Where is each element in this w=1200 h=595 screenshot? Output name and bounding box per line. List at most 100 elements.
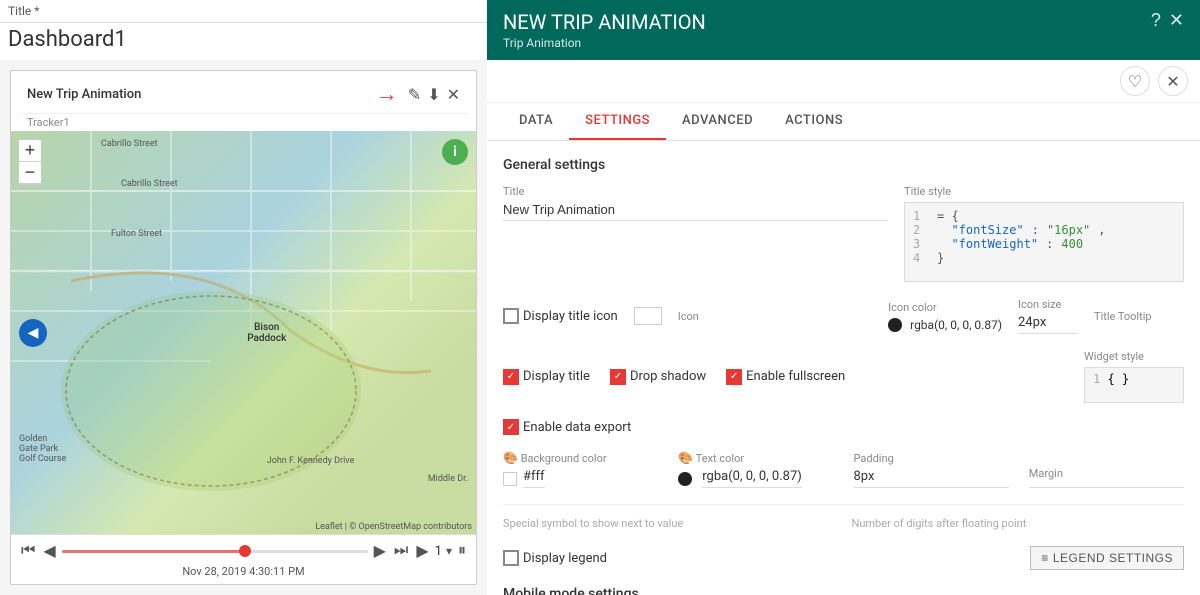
code-line-2: 2 "fontSize": "16px", (913, 223, 1175, 237)
info-icon[interactable]: i (442, 139, 468, 165)
padding-group: Padding 8px (854, 452, 1009, 488)
display-title-checkbox[interactable]: ✓ (503, 369, 519, 385)
favorite-button[interactable]: ♡ (1120, 66, 1150, 96)
section-general-title: General settings (503, 157, 1184, 173)
enable-fullscreen-checkbox[interactable]: ✓ (726, 369, 742, 385)
tab-actions[interactable]: ACTIONS (769, 103, 859, 140)
right-header-title: NEW TRIP ANIMATION (503, 10, 706, 34)
map-svg (11, 131, 476, 534)
text-color-dot (678, 472, 692, 486)
legend-settings-button[interactable]: ≡ LEGEND SETTINGS (1030, 546, 1184, 570)
close-icon[interactable]: ✕ (447, 85, 460, 104)
icon-color-swatch[interactable] (634, 307, 662, 325)
widget-style-label: Widget style (1084, 350, 1184, 363)
road-label-cabrillo2: Cabrillo Street (121, 179, 178, 189)
speed-value: 1 (435, 544, 442, 559)
section-mobile-title: Mobile mode settings (503, 586, 1184, 595)
display-legend-checkbox-group: Display legend (503, 550, 607, 566)
edit-icon[interactable]: ✎ (408, 85, 421, 104)
skip-to-end-button[interactable]: ⏭ (392, 540, 410, 562)
right-header: NEW TRIP ANIMATION Trip Animation ? ✕ (487, 0, 1200, 60)
player-bar: ⏮ ◀ ▶ ⏭ ▶ 1 ▾ ⏸ Nov 28, 2019 4:30:11 PM (11, 534, 476, 584)
enable-data-export-checkbox[interactable]: ✓ (503, 419, 519, 435)
icon-size-group: Icon size 24px (1018, 298, 1078, 334)
dashboard-title: Dashboard1 (0, 23, 487, 60)
display-options-row: ✓ Display title ✓ Drop shadow ✓ Enable f… (503, 350, 1184, 403)
right-header-text: NEW TRIP ANIMATION Trip Animation (503, 10, 706, 50)
road-label-cabrillo: Cabrillo Street (101, 139, 158, 149)
title-field-group: Title (503, 185, 888, 221)
icon-color-dot (888, 318, 902, 332)
close-panel-button[interactable]: ✕ (1169, 10, 1184, 31)
navigation-icon: ◀ (19, 319, 47, 347)
play-button[interactable]: ▶ (414, 539, 430, 563)
enable-fullscreen-label: Enable fullscreen (746, 369, 845, 384)
display-title-icon-checkbox[interactable] (503, 308, 519, 324)
icon-label: Icon (678, 310, 699, 323)
padding-label: Padding (854, 452, 1009, 465)
margin-value (1029, 484, 1184, 488)
right-panel: NEW TRIP ANIMATION Trip Animation ? ✕ ♡ … (487, 0, 1200, 595)
text-color-label: 🎨 Text color (678, 451, 833, 465)
drop-shadow-checkbox[interactable]: ✓ (610, 369, 626, 385)
widget-style-editor[interactable]: 1 { } (1084, 367, 1184, 403)
display-title-icon-label: Display title icon (523, 309, 618, 324)
enable-data-export-label: Enable data export (523, 420, 631, 435)
step-forward-button[interactable]: ▶ (372, 539, 388, 563)
player-controls: ⏮ ◀ ▶ ⏭ ▶ 1 ▾ ⏸ (19, 539, 468, 563)
color-padding-row: 🎨 Background color #fff 🎨 Text color rgb… (503, 451, 1184, 488)
close-widget-button[interactable]: ✕ (1158, 66, 1188, 96)
special-symbol-label: Special symbol to show next to value (503, 513, 836, 534)
digits-float-label: Number of digits after floating point (852, 513, 1185, 534)
icon-color-row: rgba(0, 0, 0, 0.87) (888, 318, 1002, 332)
help-button[interactable]: ? (1151, 10, 1161, 31)
tab-data[interactable]: DATA (503, 103, 569, 140)
player-thumb (239, 545, 251, 557)
code-line-3: 3 "fontWeight": 400 (913, 237, 1175, 251)
display-legend-label: Display legend (523, 551, 607, 566)
settings-content: General settings Title Title style 1= { … (487, 141, 1200, 595)
tab-settings[interactable]: SETTINGS (569, 103, 666, 140)
right-header-actions: ? ✕ (1151, 10, 1184, 31)
title-style-group: Title style 1= { 2 "fontSize": "16px", 3… (904, 185, 1184, 282)
road-label-fulton: Fulton Street (111, 229, 162, 239)
background-color-row: #fff (503, 469, 658, 488)
player-track (62, 550, 368, 553)
zoom-out-button[interactable]: − (19, 162, 41, 184)
margin-group: Margin (1029, 467, 1184, 488)
bison-label: Bison Paddock (247, 322, 286, 344)
special-symbol-row: Special symbol to show next to value Num… (503, 513, 1184, 534)
title-style-editor[interactable]: 1= { 2 "fontSize": "16px", 3 "fontWeight… (904, 202, 1184, 282)
widget-header-actions: → ✎ ⬇ ✕ (376, 81, 460, 107)
tab-advanced[interactable]: ADVANCED (666, 103, 769, 140)
widget-container: New Trip Animation → ✎ ⬇ ✕ Tracker1 (10, 70, 477, 585)
display-legend-checkbox[interactable] (503, 550, 519, 566)
background-color-group: 🎨 Background color #fff (503, 451, 658, 488)
enable-data-export-row: ✓ Enable data export (503, 419, 1184, 435)
text-color-value: rgba(0, 0, 0, 0.87) (702, 469, 802, 488)
widget-subtitle: Tracker1 (19, 114, 468, 131)
drop-shadow-label: Drop shadow (630, 369, 706, 384)
title-input[interactable] (503, 202, 888, 221)
map-placeholder: Bison Paddock + − i ◀ Cabrillo Street Ca… (11, 131, 476, 534)
top-action-bar: ♡ ✕ (487, 60, 1200, 103)
zoom-in-button[interactable]: + (19, 140, 41, 162)
pause-button[interactable]: ⏸ (456, 540, 468, 562)
download-icon[interactable]: ⬇ (427, 85, 440, 104)
display-title-label: Display title (523, 369, 590, 384)
map-area: Bison Paddock + − i ◀ Cabrillo Street Ca… (11, 131, 476, 534)
park-label-golf: GoldenGate ParkGolf Course (19, 434, 66, 464)
right-header-subtitle: Trip Animation (503, 36, 706, 50)
road-label-middle: Middle Dr. (428, 474, 468, 484)
display-legend-row: Display legend ≡ LEGEND SETTINGS (503, 546, 1184, 570)
player-slider[interactable] (62, 543, 368, 559)
skip-to-start-button[interactable]: ⏮ (19, 540, 37, 562)
background-color-swatch (503, 472, 517, 486)
display-title-icon-row: Display title icon Icon Icon color rgba(… (503, 298, 1184, 334)
text-color-group: 🎨 Text color rgba(0, 0, 0, 0.87) (678, 451, 833, 488)
enable-data-export-checkbox-group: ✓ Enable data export (503, 419, 631, 435)
chevron-down-icon: ▾ (446, 544, 452, 558)
left-panel: Title * Dashboard1 New Trip Animation → … (0, 0, 487, 595)
step-back-button[interactable]: ◀ (41, 539, 57, 563)
map-attribution: Leaflet | © OpenStreetMap contributors (315, 522, 472, 532)
